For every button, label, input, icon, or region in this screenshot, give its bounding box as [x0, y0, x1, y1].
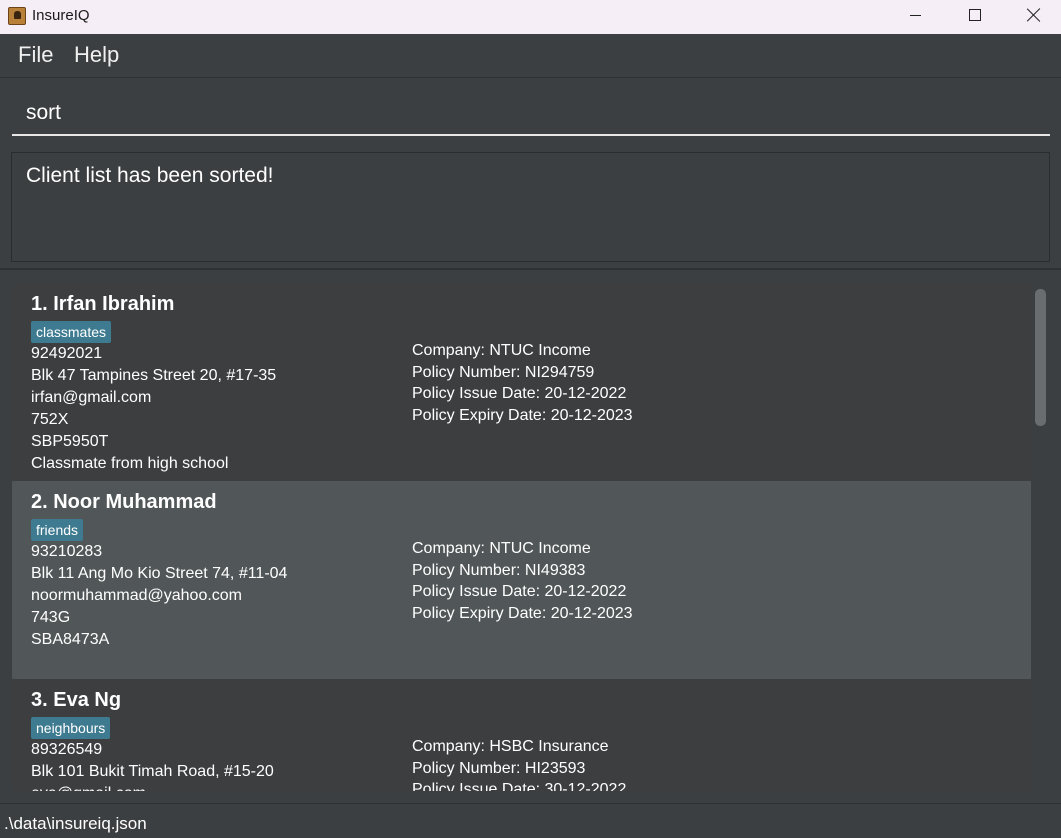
client-address: Blk 11 Ang Mo Kio Street 74, #11-04 — [31, 565, 288, 582]
client-card[interactable]: 3. Eva Ng neighbours 89326549 Blk 101 Bu… — [12, 679, 1031, 791]
client-phone: 89326549 — [31, 741, 103, 758]
policy-number: Policy Number: NI294759 — [412, 363, 595, 381]
client-plate: SBA8473A — [31, 631, 110, 648]
client-remark: Classmate from high school — [31, 455, 229, 472]
client-card[interactable]: 1. Irfan Ibrahim classmates 92492021 Blk… — [12, 283, 1031, 481]
client-tag: neighbours — [31, 717, 111, 739]
data-file-path: .\data\insureiq.json — [4, 814, 147, 833]
minimize-button[interactable] — [886, 0, 944, 30]
command-area — [0, 79, 1061, 143]
title-bar: InsureIQ — [0, 0, 1061, 34]
client-name: 2. Noor Muhammad — [31, 491, 217, 513]
client-details: 89326549 Blk 101 Bukit Timah Road, #15-2… — [31, 739, 274, 791]
policy-company: Company: HSBC Insurance — [412, 738, 609, 755]
policy-issue-date: Policy Issue Date: 30-12-2022 — [412, 781, 627, 791]
divider — [0, 268, 1061, 270]
client-policy: Company: NTUC Income Policy Number: NI29… — [412, 340, 633, 426]
minimize-icon — [909, 14, 921, 16]
client-policy: Company: HSBC Insurance Policy Number: H… — [412, 736, 626, 791]
client-policy: Company: NTUC Income Policy Number: NI49… — [412, 538, 633, 624]
maximize-button[interactable] — [946, 0, 1004, 30]
client-unit: 743G — [31, 609, 71, 626]
policy-company: Company: NTUC Income — [412, 342, 591, 359]
client-address: Blk 47 Tampines Street 20, #17-35 — [31, 367, 277, 384]
client-tag: classmates — [31, 321, 112, 343]
result-message: Client list has been sorted! — [26, 164, 274, 187]
window-title: InsureIQ — [32, 7, 90, 24]
client-name: 3. Eva Ng — [31, 689, 122, 711]
client-plate: SBP5950T — [31, 433, 109, 450]
app-logo-icon — [8, 7, 26, 25]
maximize-icon — [969, 9, 981, 21]
client-tag: friends — [31, 519, 84, 541]
menu-bar: File Help — [0, 34, 1061, 78]
policy-company: Company: NTUC Income — [412, 540, 591, 557]
client-phone: 92492021 — [31, 345, 103, 362]
policy-number: Policy Number: HI23593 — [412, 759, 586, 777]
policy-expiry-date: Policy Expiry Date: 20-12-2023 — [412, 406, 633, 424]
status-bar: .\data\insureiq.json — [0, 803, 1061, 838]
close-icon — [1026, 7, 1042, 23]
client-email: eva@gmail.com — [31, 783, 274, 791]
close-button[interactable] — [1005, 0, 1061, 30]
command-input[interactable] — [12, 91, 1050, 136]
menu-help[interactable]: Help — [74, 42, 119, 68]
client-email: irfan@gmail.com — [31, 389, 152, 406]
policy-issue-date: Policy Issue Date: 20-12-2022 — [412, 385, 627, 402]
scroll-thumb[interactable] — [1035, 289, 1046, 426]
client-address: Blk 101 Bukit Timah Road, #15-20 — [31, 763, 274, 780]
menu-file[interactable]: File — [18, 42, 53, 68]
client-list[interactable]: 1. Irfan Ibrahim classmates 92492021 Blk… — [12, 283, 1031, 791]
list-scrollbar[interactable] — [1031, 283, 1051, 791]
policy-number: Policy Number: NI49383 — [412, 561, 586, 579]
client-details: 92492021 Blk 47 Tampines Street 20, #17-… — [31, 343, 276, 475]
client-email: noormuhammad@yahoo.com — [31, 587, 243, 604]
client-name: 1. Irfan Ibrahim — [31, 293, 175, 315]
client-unit: 752X — [31, 411, 69, 428]
result-display: Client list has been sorted! — [11, 152, 1050, 262]
policy-issue-date: Policy Issue Date: 20-12-2022 — [412, 583, 627, 600]
client-phone: 93210283 — [31, 543, 103, 560]
client-details: 93210283 Blk 11 Ang Mo Kio Street 74, #1… — [31, 541, 287, 651]
client-card-selected[interactable]: 2. Noor Muhammad friends 93210283 Blk 11… — [12, 481, 1031, 679]
policy-expiry-date: Policy Expiry Date: 20-12-2023 — [412, 604, 633, 622]
